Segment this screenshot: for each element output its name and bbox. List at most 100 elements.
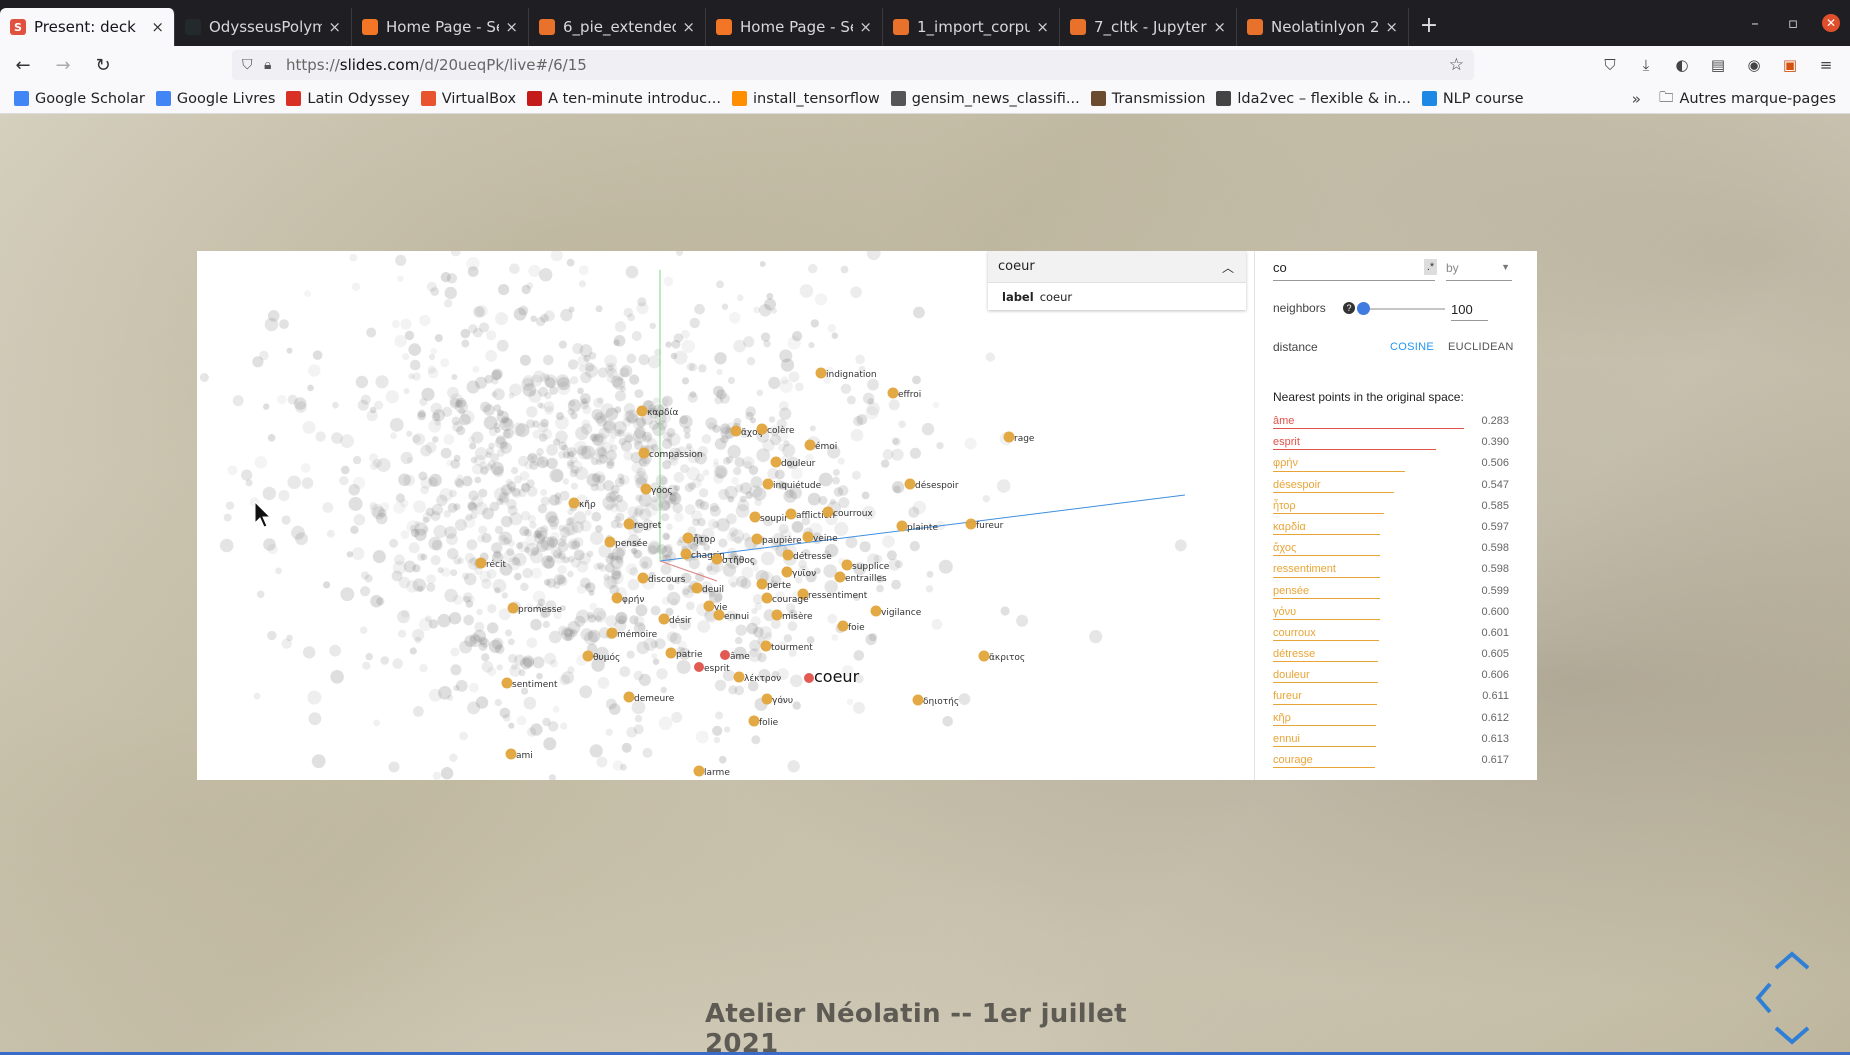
- neighbor-row[interactable]: détresse 0.605: [1273, 644, 1521, 665]
- browser-tab[interactable]: 1_import_corpus - Jupy ×: [883, 8, 1060, 46]
- neighbor-row[interactable]: désespoir 0.547: [1273, 475, 1521, 496]
- embedding-point[interactable]: [802, 531, 814, 543]
- embedding-point[interactable]: [501, 677, 513, 689]
- bookmark-item[interactable]: gensim_news_classifi...: [890, 91, 1080, 107]
- embedding-point[interactable]: [762, 478, 774, 490]
- bookmark-star-icon[interactable]: ☆: [1449, 55, 1464, 75]
- embedding-point[interactable]: [748, 715, 760, 727]
- bookmark-item[interactable]: Google Scholar: [14, 91, 145, 107]
- close-icon[interactable]: ×: [505, 18, 518, 36]
- embedding-point[interactable]: [771, 609, 783, 621]
- embedding-point[interactable]: [568, 497, 580, 509]
- embedding-point[interactable]: [756, 423, 768, 435]
- bookmark-item[interactable]: Google Livres: [155, 91, 275, 107]
- embedding-point[interactable]: [751, 533, 763, 545]
- embedding-point[interactable]: [665, 647, 677, 659]
- embedding-point[interactable]: [638, 447, 650, 459]
- embedding-point[interactable]: [680, 548, 692, 560]
- embedding-point[interactable]: [782, 549, 794, 561]
- embedding-point[interactable]: [623, 518, 635, 530]
- close-icon[interactable]: ×: [328, 18, 341, 36]
- embedding-point[interactable]: [804, 673, 814, 683]
- embedding-point[interactable]: [904, 478, 916, 490]
- bookmark-item[interactable]: Latin Odyssey: [286, 91, 410, 107]
- embedding-point[interactable]: [978, 650, 990, 662]
- embedding-point[interactable]: [815, 367, 827, 379]
- neighbor-row[interactable]: esprit 0.390: [1273, 432, 1521, 453]
- close-icon[interactable]: ×: [1385, 18, 1398, 36]
- nav-up-icon[interactable]: [1774, 951, 1810, 970]
- container-icon[interactable]: ◉: [1736, 50, 1772, 80]
- embedding-point[interactable]: [896, 520, 908, 532]
- bookmark-item[interactable]: Transmission: [1090, 91, 1205, 107]
- cosine-button[interactable]: COSINE: [1390, 341, 1434, 353]
- embedding-point[interactable]: [475, 557, 487, 569]
- embedding-point[interactable]: [965, 518, 977, 530]
- nav-left-icon[interactable]: [1755, 982, 1772, 1014]
- neighbors-count-input[interactable]: 100: [1451, 299, 1488, 321]
- embedding-point[interactable]: [760, 640, 772, 652]
- embedding-point[interactable]: [694, 662, 704, 672]
- browser-tab[interactable]: Home Page - Select or ×: [706, 8, 883, 46]
- neighbors-slider-knob[interactable]: [1357, 302, 1370, 315]
- neighbor-row[interactable]: ἦτορ 0.585: [1273, 496, 1521, 517]
- pocket-icon[interactable]: ⛉: [1592, 50, 1628, 80]
- neighbor-row[interactable]: γόνυ 0.600: [1273, 602, 1521, 623]
- close-icon[interactable]: ×: [1213, 18, 1226, 36]
- other-bookmarks-folder[interactable]: Autres marque-pages: [1679, 91, 1836, 107]
- embedding-point[interactable]: [703, 600, 715, 612]
- embedding-point[interactable]: [1003, 431, 1015, 443]
- neighbor-row[interactable]: ennui 0.613: [1273, 729, 1521, 750]
- neighbor-row[interactable]: âme 0.283: [1273, 411, 1521, 432]
- embedding-point[interactable]: [636, 405, 648, 417]
- neighbor-row[interactable]: pensée 0.599: [1273, 581, 1521, 602]
- embedding-point[interactable]: [693, 765, 705, 777]
- browser-tab[interactable]: Home Page - Select or ×: [352, 8, 529, 46]
- embedding-point[interactable]: [887, 387, 899, 399]
- embedding-point[interactable]: [822, 506, 834, 518]
- neighbor-row[interactable]: courage 0.617: [1273, 750, 1521, 771]
- neighbor-row[interactable]: courroux 0.601: [1273, 623, 1521, 644]
- chevron-double-right-icon[interactable]: »: [1632, 90, 1641, 108]
- addon-icon[interactable]: ▣: [1772, 50, 1808, 80]
- embedding-point[interactable]: [785, 508, 797, 520]
- selected-point-header[interactable]: coeur ︿: [988, 251, 1246, 283]
- embedding-point[interactable]: [691, 582, 703, 594]
- embedding-point[interactable]: [640, 483, 652, 495]
- close-icon[interactable]: ×: [682, 18, 695, 36]
- embedding-point[interactable]: [713, 609, 725, 621]
- close-icon[interactable]: ×: [859, 18, 872, 36]
- embedding-point[interactable]: [658, 613, 670, 625]
- screenshot-icon[interactable]: ▤: [1700, 50, 1736, 80]
- embedding-point[interactable]: [505, 748, 517, 760]
- embedding-point[interactable]: [507, 602, 519, 614]
- neighbor-row[interactable]: ἄχος 0.598: [1273, 538, 1521, 559]
- minimize-icon[interactable]: –: [1736, 14, 1774, 32]
- euclidean-button[interactable]: EUCLIDEAN: [1448, 341, 1514, 353]
- close-icon[interactable]: ×: [1036, 18, 1049, 36]
- nav-down-icon[interactable]: [1774, 1026, 1810, 1045]
- neighbor-row[interactable]: douleur 0.606: [1273, 665, 1521, 686]
- browser-tab[interactable]: 6_pie_extended - Jupy ×: [529, 8, 706, 46]
- embedding-point[interactable]: [804, 439, 816, 451]
- embedding-point[interactable]: [611, 592, 623, 604]
- embedding-point[interactable]: [730, 425, 742, 437]
- bookmark-item[interactable]: NLP course: [1421, 91, 1524, 107]
- embedding-point[interactable]: [870, 605, 882, 617]
- embedding-point[interactable]: [606, 627, 618, 639]
- neighbor-row[interactable]: κῆρ 0.612: [1273, 708, 1521, 729]
- embedding-point[interactable]: [841, 559, 853, 571]
- neighbor-row[interactable]: ressentiment 0.598: [1273, 559, 1521, 580]
- embedding-point[interactable]: [733, 671, 745, 683]
- embedding-point[interactable]: [682, 532, 694, 544]
- url-bar[interactable]: ⛉ 🔒︎ https://slides.com/d/20ueqPk/live#/…: [232, 50, 1474, 80]
- search-by-select[interactable]: by ▼: [1446, 257, 1512, 281]
- close-icon[interactable]: ×: [151, 18, 164, 36]
- close-window-icon[interactable]: ✕: [1822, 14, 1840, 32]
- embedding-point[interactable]: [749, 511, 761, 523]
- new-tab-button[interactable]: +: [1409, 8, 1449, 46]
- projection-plot[interactable]: indignationeffroirageκαρδίαἄχος colèreémo…: [197, 251, 1252, 780]
- inspector-search-input[interactable]: co: [1273, 257, 1435, 281]
- search-result-row[interactable]: label coeur: [988, 283, 1246, 310]
- embedding-point[interactable]: [582, 650, 594, 662]
